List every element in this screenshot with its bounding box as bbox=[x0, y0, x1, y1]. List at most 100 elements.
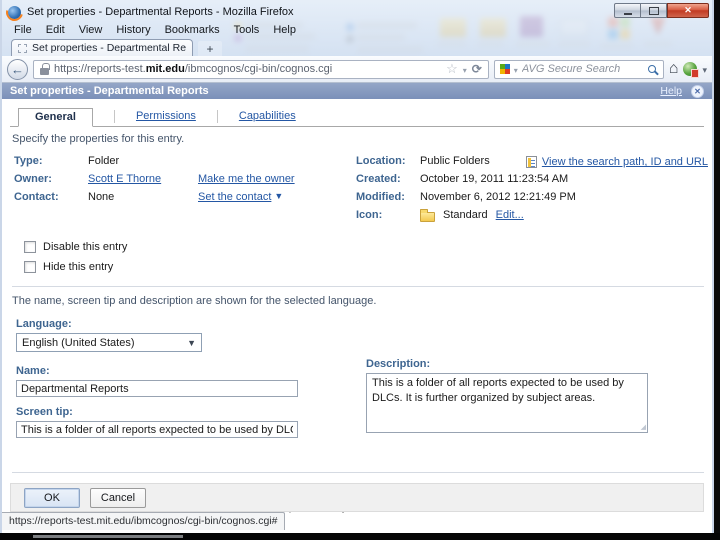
tab-title: Set properties - Departmental Reports bbox=[32, 42, 186, 54]
browser-tab[interactable]: Set properties - Departmental Reports bbox=[11, 39, 193, 56]
addon-globe-icon[interactable] bbox=[683, 62, 697, 76]
menu-edit[interactable]: Edit bbox=[39, 23, 72, 37]
window-titlebar: Set properties - Departmental Reports - … bbox=[2, 0, 712, 21]
properties-tab-row: General Permissions Capabilities bbox=[10, 108, 704, 127]
language-selected-value: English (United States) bbox=[22, 337, 135, 349]
tab-bar: Set properties - Departmental Reports + bbox=[2, 38, 712, 56]
home-button[interactable] bbox=[669, 60, 679, 78]
owner-label: Owner: bbox=[14, 173, 88, 185]
language-label: Language: bbox=[16, 318, 712, 330]
desktop-taskbar-strip bbox=[0, 533, 720, 540]
url-text[interactable]: https://reports-test.mit.edu/ibmcognos/c… bbox=[54, 63, 332, 75]
search-path-icon bbox=[526, 156, 537, 168]
view-search-path-link[interactable]: View the search path, ID and URL bbox=[542, 156, 708, 168]
owner-row: Owner: Scott E Thorne Make me the owner bbox=[14, 173, 356, 191]
cancel-button[interactable]: Cancel bbox=[90, 488, 146, 508]
set-contact-link[interactable]: Set the contact bbox=[198, 191, 271, 203]
name-input[interactable] bbox=[16, 380, 298, 397]
dialog-button-bar: OK Cancel bbox=[10, 483, 704, 512]
tab-separator bbox=[217, 110, 218, 123]
navigation-toolbar: https://reports-test.mit.edu/ibmcognos/c… bbox=[2, 56, 712, 83]
type-value: Folder bbox=[88, 155, 198, 167]
type-row: Type: Folder bbox=[14, 155, 356, 173]
intro-text: Specify the properties for this entry. bbox=[12, 133, 712, 145]
close-window-button[interactable] bbox=[667, 3, 709, 18]
location-label: Location: bbox=[356, 155, 420, 167]
language-select-arrow-icon: ▼ bbox=[187, 338, 196, 348]
dialog-close-button[interactable] bbox=[691, 85, 704, 98]
taskbar-hint bbox=[33, 535, 183, 538]
firefox-window: Set properties - Departmental Reports - … bbox=[0, 0, 714, 533]
screentip-input[interactable] bbox=[16, 421, 298, 438]
menu-bookmarks[interactable]: Bookmarks bbox=[158, 23, 227, 37]
dialog-header-actions: Help bbox=[660, 85, 704, 98]
disable-entry-checkbox[interactable] bbox=[24, 241, 36, 253]
dialog-header: Set properties - Departmental Reports He… bbox=[2, 83, 712, 99]
disable-entry-label: Disable this entry bbox=[43, 241, 127, 253]
disable-entry-row: Disable this entry bbox=[24, 241, 712, 253]
icon-row: Icon: Standard Edit... bbox=[356, 209, 706, 227]
created-value: October 19, 2011 11:23:54 AM bbox=[420, 173, 568, 185]
page-title: Set properties - Departmental Reports bbox=[10, 85, 209, 97]
help-link[interactable]: Help bbox=[660, 85, 682, 97]
menu-history[interactable]: History bbox=[109, 23, 157, 37]
section-divider bbox=[12, 472, 704, 473]
search-submit-icon[interactable] bbox=[648, 65, 656, 73]
created-row: Created: October 19, 2011 11:23:54 AM bbox=[356, 173, 706, 191]
contact-label: Contact: bbox=[14, 191, 88, 203]
hide-entry-label: Hide this entry bbox=[43, 261, 113, 273]
url-history-dropdown-icon[interactable] bbox=[463, 60, 467, 78]
hide-entry-row: Hide this entry bbox=[24, 261, 712, 273]
description-textarea[interactable]: This is a folder of all reports expected… bbox=[366, 373, 648, 433]
tab-general[interactable]: General bbox=[18, 108, 93, 127]
owner-link[interactable]: Scott E Thorne bbox=[88, 173, 161, 185]
new-tab-button[interactable]: + bbox=[198, 41, 222, 56]
search-bar[interactable] bbox=[494, 60, 664, 79]
set-contact-dropdown-icon[interactable]: ▼ bbox=[274, 191, 283, 201]
search-input[interactable] bbox=[522, 63, 644, 75]
maximize-button[interactable] bbox=[641, 3, 667, 18]
favicon-placeholder-icon bbox=[18, 44, 27, 53]
menu-view[interactable]: View bbox=[72, 23, 110, 37]
desktop: Set properties - Departmental Reports - … bbox=[0, 0, 720, 540]
folder-icon bbox=[420, 212, 435, 222]
contact-value: None bbox=[88, 191, 198, 203]
browser-chrome: Set properties - Departmental Reports - … bbox=[2, 0, 712, 56]
language-select[interactable]: English (United States) ▼ bbox=[16, 333, 202, 352]
modified-value: November 6, 2012 12:21:49 PM bbox=[420, 191, 576, 203]
icon-value: Standard bbox=[443, 209, 488, 221]
cognos-page: Set properties - Departmental Reports He… bbox=[2, 83, 712, 533]
reload-icon[interactable] bbox=[472, 60, 482, 78]
minimize-button[interactable] bbox=[614, 3, 641, 18]
form-right-column: Description: This is a folder of all rep… bbox=[366, 358, 658, 433]
menu-help[interactable]: Help bbox=[266, 23, 303, 37]
status-link-preview: https://reports-test.mit.edu/ibmcognos/c… bbox=[2, 512, 285, 530]
name-description-form: Name: Screen tip: Description: This is a… bbox=[16, 365, 712, 459]
description-label: Description: bbox=[366, 358, 658, 370]
back-button[interactable] bbox=[7, 59, 28, 80]
modified-row: Modified: November 6, 2012 12:21:49 PM bbox=[356, 191, 706, 209]
bookmark-star-icon[interactable] bbox=[446, 60, 458, 78]
properties-left-column: Type: Folder Owner: Scott E Thorne Make … bbox=[14, 155, 356, 227]
tab-permissions[interactable]: Permissions bbox=[136, 110, 196, 122]
firefox-icon bbox=[8, 6, 21, 19]
tab-capabilities[interactable]: Capabilities bbox=[239, 110, 296, 122]
menu-bar: File Edit View History Bookmarks Tools H… bbox=[2, 21, 712, 38]
search-engine-icon[interactable] bbox=[500, 64, 510, 74]
location-value: Public Folders bbox=[420, 155, 490, 167]
search-engine-dropdown-icon[interactable] bbox=[514, 60, 518, 78]
lock-icon bbox=[40, 68, 49, 75]
properties-grid: Type: Folder Owner: Scott E Thorne Make … bbox=[14, 155, 712, 227]
ok-button[interactable]: OK bbox=[24, 488, 80, 508]
modified-label: Modified: bbox=[356, 191, 420, 203]
window-title: Set properties - Departmental Reports - … bbox=[27, 6, 294, 18]
edit-icon-link[interactable]: Edit... bbox=[496, 209, 524, 221]
menu-file[interactable]: File bbox=[7, 23, 39, 37]
hide-entry-checkbox[interactable] bbox=[24, 261, 36, 273]
urlbar-actions bbox=[446, 60, 482, 78]
make-me-owner-link[interactable]: Make me the owner bbox=[198, 173, 295, 185]
toolbar-overflow-icon[interactable] bbox=[702, 60, 707, 78]
contact-row: Contact: None Set the contact ▼ bbox=[14, 191, 356, 209]
url-bar[interactable]: https://reports-test.mit.edu/ibmcognos/c… bbox=[33, 60, 489, 79]
menu-tools[interactable]: Tools bbox=[227, 23, 267, 37]
